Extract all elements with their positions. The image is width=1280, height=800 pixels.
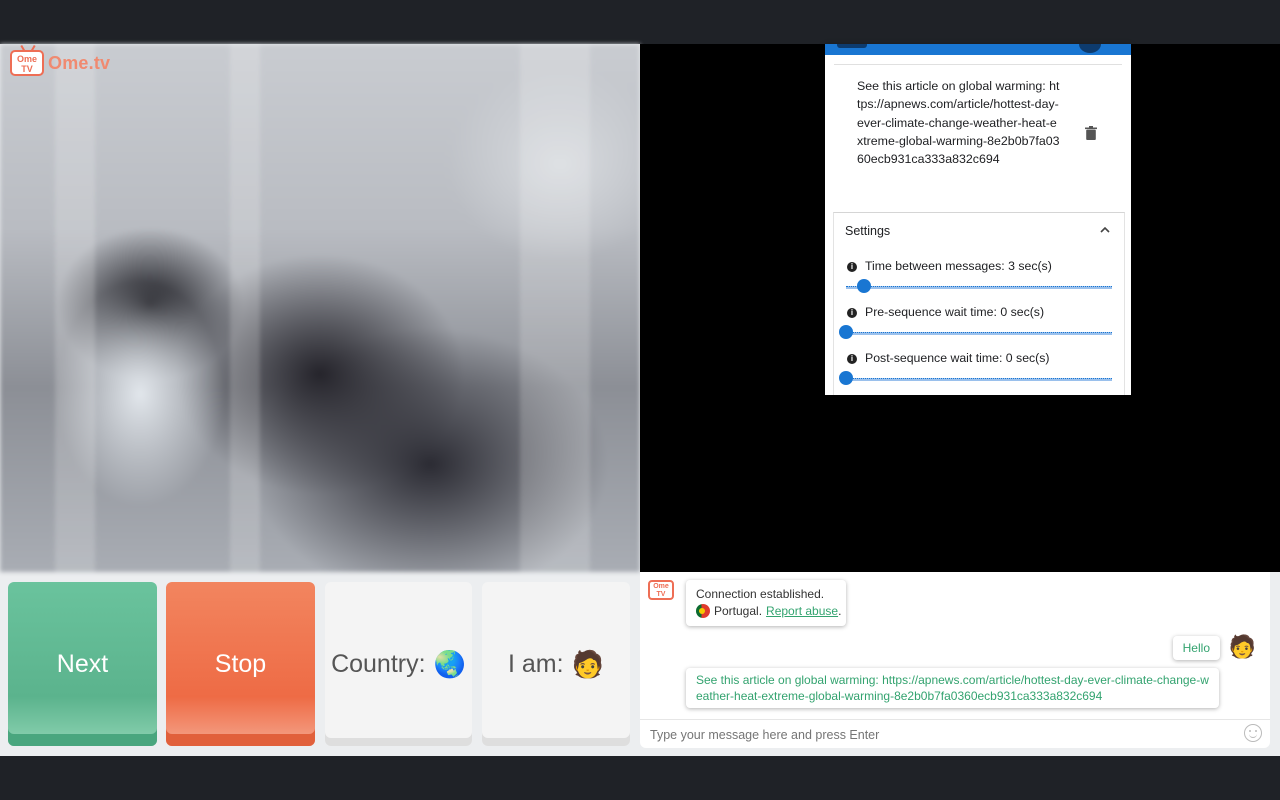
settings-panel: Settings i Time between messages: 3 sec(… [833, 212, 1125, 395]
slider-track[interactable] [846, 378, 1112, 381]
report-abuse-link[interactable]: Report abuse [766, 604, 838, 618]
chat-message-input[interactable] [648, 724, 1232, 746]
delete-icon[interactable] [1085, 126, 1097, 140]
chat-panel: Ome TV Connection established. Portugal.… [640, 572, 1270, 748]
slider-thumb[interactable] [839, 371, 853, 385]
slider-thumb[interactable] [839, 325, 853, 339]
ometv-avatar-icon: Ome TV [648, 580, 674, 600]
my-avatar-icon: 🧑 [1228, 634, 1256, 659]
setting-label: Time between messages: 3 sec(s) [865, 259, 1052, 273]
setting-label: Pre-sequence wait time: 0 sec(s) [865, 305, 1045, 319]
omegle-logo: Ome TV Ome.tv [10, 50, 110, 76]
slider-track[interactable] [846, 286, 1112, 289]
message-card: See this article on global warming: http… [834, 64, 1122, 213]
country-label: Country: [331, 649, 426, 678]
connection-status: Connection established. [696, 587, 825, 601]
settings-title: Settings [845, 224, 891, 238]
info-icon: i [847, 308, 857, 318]
info-icon: i [847, 262, 857, 272]
chevron-up-icon[interactable] [1100, 225, 1110, 235]
next-button[interactable]: Next [8, 582, 157, 746]
iam-label: I am: [508, 649, 564, 678]
country-name: Portugal. [714, 604, 763, 618]
gender-button[interactable]: I am: 🧑 [482, 582, 630, 746]
chat-stage: Ome TV Ome.tv See this article on global… [0, 44, 1280, 756]
person-icon: 🧑 [571, 648, 604, 679]
portugal-flag-icon [696, 604, 710, 618]
my-message-link: See this article on global warming: http… [686, 668, 1219, 708]
my-message-hello: Hello [1172, 636, 1220, 660]
setting-time-between-messages: i Time between messages: 3 sec(s) [834, 259, 1124, 299]
header-logo-icon [837, 44, 867, 48]
video-blur-stripe [520, 44, 590, 572]
globe-icon: 🌏 [433, 648, 466, 679]
popup-header-bar [825, 44, 1131, 55]
setting-label: Post-sequence wait time: 0 sec(s) [865, 351, 1050, 365]
extension-popup: See this article on global warming: http… [825, 44, 1131, 395]
emoji-picker-icon[interactable] [1244, 724, 1262, 742]
stop-button[interactable]: Stop [166, 582, 315, 746]
logo-text: Ome.tv [48, 52, 111, 73]
setting-post-sequence-wait: i Post-sequence wait time: 0 sec(s) [834, 351, 1124, 391]
header-toggle-icon[interactable] [1079, 44, 1101, 53]
partner-country: Portugal. Report abuse. [696, 604, 841, 618]
video-blur-stripe [55, 44, 95, 572]
info-icon: i [847, 354, 857, 364]
video-blur-stripe [230, 44, 260, 572]
report-suffix: . [838, 604, 842, 618]
setting-pre-sequence-wait: i Pre-sequence wait time: 0 sec(s) [834, 305, 1124, 345]
country-button[interactable]: Country: 🌏 [325, 582, 472, 746]
chat-input-bar [640, 719, 1270, 748]
slider-track[interactable] [846, 332, 1112, 335]
message-text: See this article on global warming: http… [857, 79, 1060, 167]
remote-video [0, 44, 640, 572]
tv-logo-icon: Ome TV [10, 50, 44, 76]
slider-thumb[interactable] [857, 279, 871, 293]
system-message: Connection established. Portugal. Report… [686, 580, 846, 626]
